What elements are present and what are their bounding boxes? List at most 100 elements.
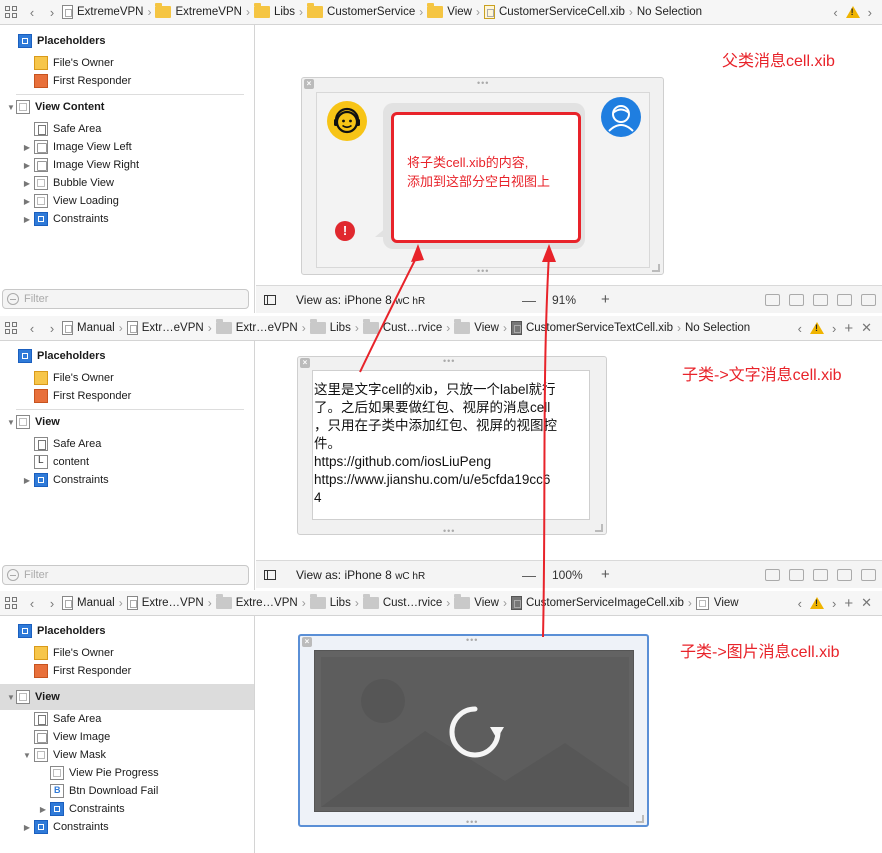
outline-first-responder[interactable]: First Responder bbox=[0, 662, 254, 680]
outline-safe-area[interactable]: Safe Area bbox=[0, 435, 254, 453]
embed-in-icon[interactable] bbox=[789, 293, 804, 306]
crumb-customer-service[interactable]: CustomerService › bbox=[307, 3, 427, 19]
crumb-project[interactable]: Extre…VPN › bbox=[126, 596, 216, 610]
close-icon[interactable]: × bbox=[304, 79, 314, 89]
view-as-device[interactable]: View as: iPhone 8 wC hR bbox=[296, 568, 425, 582]
crumb-selection[interactable]: View bbox=[695, 596, 739, 610]
crumb-libs[interactable]: Libs › bbox=[309, 594, 363, 610]
outline-placeholders[interactable]: Placeholders bbox=[0, 347, 254, 365]
outline-files-owner[interactable]: File's Owner bbox=[0, 369, 254, 387]
outline-view[interactable]: ▼ View bbox=[0, 413, 254, 431]
disclosure-closed-icon[interactable]: ▶ bbox=[38, 805, 48, 814]
content-placeholder-view[interactable]: 将子类cell.xib的内容, 添加到这部分空白视图上 bbox=[391, 112, 581, 243]
crumb-libs[interactable]: Libs › bbox=[309, 319, 363, 335]
back-chevron-icon[interactable]: ‹ bbox=[22, 596, 42, 611]
crumb-libs[interactable]: Libs › bbox=[253, 3, 307, 19]
resize-corner-icon[interactable] bbox=[652, 264, 660, 272]
cell-frame-selected[interactable]: × ••• ••• bbox=[298, 634, 649, 827]
crumb-folder[interactable]: Extre…VPN › bbox=[215, 594, 310, 610]
crumb-selection[interactable]: No Selection bbox=[685, 322, 750, 334]
interface-builder-canvas[interactable]: 子类->图片消息cell.xib × ••• ••• bbox=[256, 616, 882, 853]
customer-service-avatar[interactable] bbox=[327, 101, 367, 141]
cell-frame[interactable]: × ••• ••• 这里是文字cell的xib，只放一个label就行 了。之后… bbox=[297, 356, 607, 536]
outline-view-content[interactable]: ▼ View Content bbox=[0, 98, 254, 116]
outline-bubble-view[interactable]: ▶ Bubble View bbox=[0, 174, 254, 192]
disclosure-closed-icon[interactable]: ▶ bbox=[22, 161, 32, 170]
related-items-icon[interactable] bbox=[0, 597, 22, 609]
embed-in-icon[interactable] bbox=[789, 568, 804, 581]
disclosure-open-icon[interactable]: ▼ bbox=[22, 751, 32, 760]
resolve-issues-icon[interactable] bbox=[861, 568, 876, 581]
align-icon[interactable] bbox=[813, 568, 828, 581]
outline-placeholders[interactable]: Placeholders bbox=[0, 622, 254, 640]
user-avatar[interactable] bbox=[601, 97, 641, 137]
outline-constraints[interactable]: ▶ Constraints bbox=[0, 471, 254, 489]
crumb-manual[interactable]: Manual › bbox=[62, 596, 127, 610]
crumb-project[interactable]: ExtremeVPN › bbox=[62, 5, 155, 19]
crumb-customer-service[interactable]: Cust…rvice › bbox=[362, 594, 454, 610]
interface-builder-canvas[interactable]: 子类->文字消息cell.xib × ••• ••• 这里是文字cell的xib… bbox=[256, 341, 882, 560]
close-icon[interactable]: × bbox=[302, 637, 312, 647]
back-chevron-icon[interactable]: ‹ bbox=[22, 5, 42, 20]
zoom-out-button[interactable]: — bbox=[522, 567, 536, 583]
zoom-in-button[interactable]: + bbox=[601, 566, 610, 583]
interface-builder-canvas[interactable]: 父类消息cell.xib × ••• ••• 将子类cell.xib的内容, 添… bbox=[256, 25, 882, 283]
prev-issue-chevron-icon[interactable]: ‹ bbox=[798, 321, 802, 336]
related-items-icon[interactable] bbox=[0, 6, 22, 18]
disclosure-closed-icon[interactable]: ▶ bbox=[22, 215, 32, 224]
prev-issue-chevron-icon[interactable]: ‹ bbox=[833, 5, 837, 20]
outline-first-responder[interactable]: First Responder bbox=[0, 72, 254, 90]
crumb-xib-file[interactable]: CustomerServiceCell.xib › bbox=[483, 5, 637, 19]
update-frames-icon[interactable] bbox=[765, 568, 780, 581]
align-icon[interactable] bbox=[813, 293, 828, 306]
forward-chevron-icon[interactable]: › bbox=[42, 321, 62, 336]
cell-frame[interactable]: × ••• ••• 将子类cell.xib的内容, 添加到这部分空白视图上 ! bbox=[301, 77, 664, 276]
next-issue-chevron-icon[interactable]: › bbox=[868, 5, 872, 20]
outline-view-pie-progress[interactable]: View Pie Progress bbox=[0, 764, 254, 782]
crumb-manual[interactable]: Manual › bbox=[62, 321, 127, 335]
crumb-view[interactable]: View › bbox=[454, 319, 511, 335]
crumb-folder[interactable]: Extr…eVPN › bbox=[215, 319, 310, 335]
outline-image-view-right[interactable]: ▶ Image View Right bbox=[0, 156, 254, 174]
outline-safe-area[interactable]: Safe Area bbox=[0, 710, 254, 728]
outline-filter-field[interactable]: Filter bbox=[2, 289, 249, 309]
disclosure-closed-icon[interactable]: ▶ bbox=[22, 197, 32, 206]
disclosure-open-icon[interactable]: ▼ bbox=[6, 418, 16, 427]
outline-safe-area[interactable]: Safe Area bbox=[0, 120, 254, 138]
disclosure-closed-icon[interactable]: ▶ bbox=[22, 143, 32, 152]
next-issue-chevron-icon[interactable]: › bbox=[832, 321, 836, 336]
next-issue-chevron-icon[interactable]: › bbox=[832, 596, 836, 611]
outline-placeholders[interactable]: Placeholders bbox=[0, 32, 254, 50]
add-editor-button[interactable]: + bbox=[844, 595, 853, 612]
outline-view-image[interactable]: View Image bbox=[0, 728, 254, 746]
outline-view-mask[interactable]: ▼ View Mask bbox=[0, 746, 254, 764]
outline-constraints-inner[interactable]: ▶ Constraints bbox=[0, 800, 254, 818]
crumb-selection[interactable]: No Selection bbox=[637, 6, 702, 18]
outline-files-owner[interactable]: File's Owner bbox=[0, 54, 254, 72]
crumb-folder[interactable]: ExtremeVPN › bbox=[155, 3, 253, 19]
resize-corner-icon[interactable] bbox=[595, 524, 603, 532]
document-outline-toggle-icon[interactable] bbox=[264, 569, 276, 580]
resize-corner-icon[interactable] bbox=[636, 815, 644, 823]
content-label[interactable]: 这里是文字cell的xib，只放一个label就行 了。之后如果要做红包、视屏的… bbox=[312, 370, 590, 520]
disclosure-open-icon[interactable]: ▼ bbox=[6, 103, 16, 112]
prev-issue-chevron-icon[interactable]: ‹ bbox=[798, 596, 802, 611]
document-outline-toggle-icon[interactable] bbox=[264, 294, 276, 305]
warning-icon[interactable] bbox=[809, 597, 824, 609]
close-editor-button[interactable]: ✕ bbox=[861, 320, 872, 336]
warning-icon[interactable] bbox=[809, 322, 824, 334]
outline-image-view-left[interactable]: ▶ Image View Left bbox=[0, 138, 254, 156]
warning-icon[interactable] bbox=[845, 6, 860, 18]
outline-files-owner[interactable]: File's Owner bbox=[0, 644, 254, 662]
outline-view-loading[interactable]: ▶ View Loading bbox=[0, 192, 254, 210]
disclosure-open-icon[interactable]: ▼ bbox=[6, 693, 16, 702]
outline-view[interactable]: ▼ View bbox=[0, 684, 254, 710]
disclosure-closed-icon[interactable]: ▶ bbox=[22, 179, 32, 188]
crumb-xib-file[interactable]: CustomerServiceTextCell.xib › bbox=[510, 321, 685, 335]
crumb-view[interactable]: View › bbox=[427, 3, 484, 19]
outline-btn-download-fail[interactable]: Btn Download Fail bbox=[0, 782, 254, 800]
related-items-icon[interactable] bbox=[0, 322, 22, 334]
outline-filter-field[interactable]: Filter bbox=[2, 565, 249, 585]
crumb-project[interactable]: Extr…eVPN › bbox=[126, 321, 216, 335]
view-as-device[interactable]: View as: iPhone 8 wC hR bbox=[296, 293, 425, 307]
